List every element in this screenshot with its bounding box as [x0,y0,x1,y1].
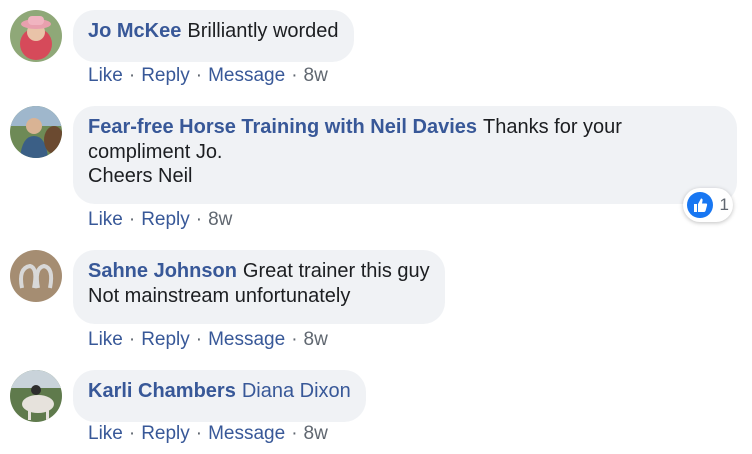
comment-author[interactable]: Sahne Johnson [88,260,237,282]
comment-text: Cheers Neil [88,165,193,187]
avatar[interactable] [10,10,62,62]
comment-text: Not mainstream unfortunately [88,284,351,307]
comment-author[interactable]: Karli Chambers [88,380,236,402]
separator: · [195,209,203,230]
like-link[interactable]: Like [88,65,123,86]
avatar-image [10,106,62,158]
message-link[interactable]: Message [208,329,285,350]
separator: · [128,423,136,444]
separator: · [128,329,136,350]
separator: · [128,209,136,230]
message-link[interactable]: Message [208,65,285,86]
separator: · [195,423,203,444]
message-link[interactable]: Message [208,423,285,444]
comment-actions: Like · Reply · 8w [88,209,232,231]
comment-text: Great trainer this guy [242,260,430,282]
comment-line: Sahne Johnson Great trainer this guy [88,259,430,284]
comment-text: compliment Jo. [88,140,223,163]
like-link[interactable]: Like [88,423,123,444]
timestamp[interactable]: 8w [208,209,232,230]
thumbs-up-icon [687,192,713,218]
comment-bubble: Karli Chambers Diana Dixon [73,370,366,422]
comment-text: Thanks for your [483,116,622,138]
avatar-image [10,10,62,62]
separator: · [128,65,136,86]
avatar-image [10,250,62,302]
comment-author[interactable]: Jo McKee [88,20,181,42]
comment-author[interactable]: Fear-free Horse Training with Neil Davie… [88,116,477,138]
separator: · [195,329,203,350]
like-link[interactable]: Like [88,209,123,230]
separator: · [195,65,203,86]
timestamp[interactable]: 8w [304,423,328,444]
comment-actions: Like · Reply · Message · 8w [88,423,328,445]
reaction-summary[interactable]: 1 [683,188,733,222]
separator: · [291,423,298,444]
avatar[interactable] [10,370,62,422]
avatar[interactable] [10,250,62,302]
separator: · [291,329,298,350]
like-link[interactable]: Like [88,329,123,350]
avatar[interactable] [10,106,62,158]
tagged-name-link[interactable]: Diana Dixon [242,380,351,402]
reply-link[interactable]: Reply [141,209,190,230]
comment-bubble: Jo McKee Brilliantly worded [73,10,354,62]
comment-line: Fear-free Horse Training with Neil Davie… [88,115,722,140]
comment-actions: Like · Reply · Message · 8w [88,65,328,87]
comment-bubble: Fear-free Horse Training with Neil Davie… [73,106,737,204]
timestamp[interactable]: 8w [304,65,328,86]
comment-text: Brilliantly worded [187,20,339,42]
reply-link[interactable]: Reply [141,423,190,444]
avatar-image [10,370,62,422]
reaction-count: 1 [719,195,729,214]
timestamp[interactable]: 8w [304,329,328,350]
comment-actions: Like · Reply · Message · 8w [88,329,328,351]
reply-link[interactable]: Reply [141,65,190,86]
reply-link[interactable]: Reply [141,329,190,350]
separator: · [291,65,298,86]
comment-bubble: Sahne Johnson Great trainer this guy Not … [73,250,445,324]
